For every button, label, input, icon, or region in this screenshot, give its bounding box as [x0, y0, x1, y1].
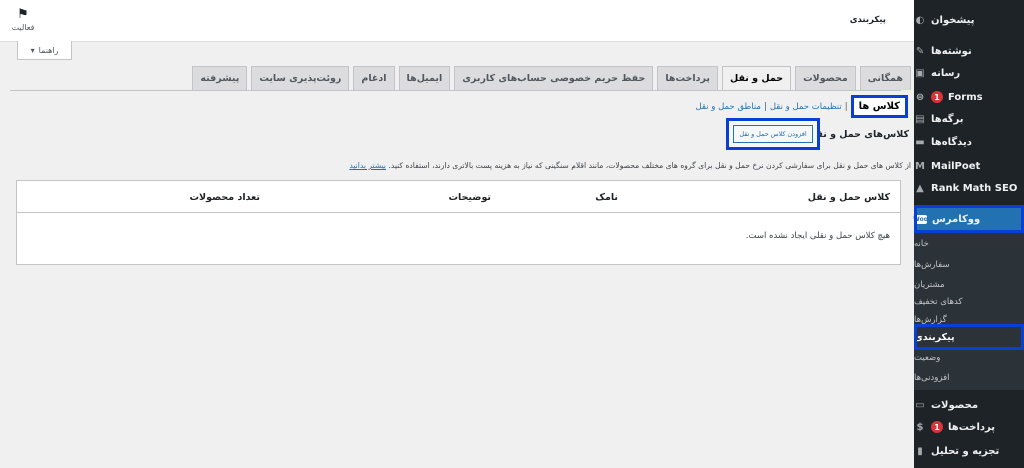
pages-icon: ▤ — [915, 113, 925, 125]
submenu-item-settings[interactable]: پیکربندی — [914, 324, 1024, 350]
column-header-description: توضیحات — [448, 192, 491, 203]
sidebar-item-analytics[interactable]: تجزیه و تحلیل ▮ — [914, 440, 1024, 462]
dashboard-icon: ◐ — [915, 14, 925, 26]
shipping-subsections: مناطق حمل و نقل | تنظیمات حمل و نقل | کل… — [695, 95, 908, 118]
forms-icon: ⊜ — [915, 91, 925, 103]
table-header: کلاس حمل و نقل نامک توضیحات تعداد محصولا… — [17, 181, 900, 213]
column-header-product-count: تعداد محصولات — [189, 192, 260, 203]
products-icon: ▭ — [915, 399, 925, 411]
analytics-icon: ▮ — [917, 445, 923, 457]
tab-emails[interactable]: ایمیل‌ها — [398, 66, 451, 90]
help-tab-button[interactable]: راهنما ▾ — [17, 41, 72, 60]
sidebar-item-mailpoet[interactable]: MailPoet M — [914, 155, 1024, 177]
sidebar-item-media[interactable]: رسانه ▣ — [914, 62, 1024, 84]
submenu-item-customers[interactable]: مشتریان — [914, 276, 1024, 293]
link-shipping-settings[interactable]: تنظیمات حمل و نقل — [770, 102, 842, 112]
admin-sidebar: پیشخوان ◐ نوشته‌ها ✎ رسانه ▣ Forms 1 ⊜ ب… — [913, 0, 1024, 468]
submenu-item-coupons[interactable]: کدهای تخفیف — [914, 293, 1024, 310]
sidebar-item-products[interactable]: محصولات ▭ — [914, 394, 1024, 416]
payments-icon: $ — [916, 421, 924, 433]
description-text: از کلاس های حمل و نقل برای سفارشی کردن ن… — [388, 161, 911, 170]
tab-accounts-privacy[interactable]: حفظ حریم خصوصی حساب‌های کاربری — [454, 66, 654, 90]
sidebar-item-forms[interactable]: Forms 1 ⊜ — [914, 86, 1024, 108]
chevron-down-icon: ▾ — [30, 45, 35, 55]
activity-label: فعالیت — [11, 23, 35, 32]
link-shipping-zones[interactable]: مناطق حمل و نقل — [695, 102, 760, 112]
sidebar-item-rankmath[interactable]: Rank Math SEO ▲ — [914, 177, 1024, 199]
column-header-class: کلاس حمل و نقل — [807, 192, 890, 203]
comments-icon: ▬ — [915, 136, 925, 148]
tab-site-visibility[interactable]: روئت‌پذیری سایت — [251, 66, 350, 90]
submenu-item-orders[interactable]: سفارش‌ها — [914, 256, 1024, 273]
sidebar-item-woocommerce[interactable]: ووکامرس Woo — [913, 205, 1024, 233]
page-header: پیکربندی ⚑ فعالیت — [0, 0, 914, 42]
sidebar-item-dashboard[interactable]: پیشخوان ◐ — [914, 9, 1024, 31]
tab-integration[interactable]: ادغام — [353, 66, 395, 90]
forms-count-badge: 1 — [931, 91, 943, 103]
submenu-item-home[interactable]: خانه — [914, 235, 1024, 252]
column-header-slug: نامک — [595, 192, 618, 203]
table-empty-message: هیچ کلاس حمل و نقلی ایجاد نشده است. — [745, 231, 890, 241]
sidebar-item-posts[interactable]: نوشته‌ها ✎ — [914, 40, 1024, 62]
submenu-item-status[interactable]: وضعیت — [914, 349, 1024, 366]
section-title: کلاس‌های حمل و نقل — [807, 129, 909, 140]
link-shipping-classes[interactable]: کلاس ها — [850, 95, 908, 118]
woo-icon: Woo — [913, 214, 928, 224]
submenu-item-extensions[interactable]: افزودنی‌ها — [914, 369, 1024, 386]
page-title: پیکربندی — [849, 15, 886, 25]
settings-tabs: همگانی محصولات حمل و نقل پرداخت‌ها حفظ ح… — [192, 66, 911, 90]
subsection-separator: | — [763, 101, 767, 112]
media-icon: ▣ — [915, 67, 925, 79]
tab-general[interactable]: همگانی — [859, 66, 911, 90]
woocommerce-submenu: خانه سفارش‌ها مشتریان کدهای تخفیف گزارش‌… — [914, 233, 1024, 390]
activity-button[interactable]: ⚑ فعالیت — [8, 8, 38, 32]
mailpoet-icon: M — [915, 160, 925, 172]
rankmath-icon: ▲ — [916, 182, 924, 194]
tab-advanced[interactable]: پیشرفته — [192, 66, 248, 90]
sidebar-item-comments[interactable]: دیدگاه‌ها ▬ — [914, 131, 1024, 153]
add-button-highlight: افزودن کلاس حمل و نقل — [726, 118, 820, 150]
flag-icon: ⚑ — [17, 7, 29, 22]
tab-payments[interactable]: پرداخت‌ها — [657, 66, 718, 90]
pin-icon: ✎ — [915, 45, 925, 57]
section-description: از کلاس های حمل و نقل برای سفارشی کردن ن… — [121, 161, 911, 170]
tab-shipping[interactable]: حمل و نقل — [721, 66, 792, 90]
learn-more-link[interactable]: بیشتر بدانید — [349, 161, 386, 170]
sidebar-item-payments[interactable]: پرداخت‌ها 1 $ — [914, 416, 1024, 438]
add-shipping-class-button[interactable]: افزودن کلاس حمل و نقل — [733, 125, 813, 143]
payments-count-badge: 1 — [931, 421, 943, 433]
tab-products[interactable]: محصولات — [795, 66, 856, 90]
shipping-classes-table: کلاس حمل و نقل نامک توضیحات تعداد محصولا… — [16, 180, 901, 265]
sidebar-item-pages[interactable]: برگه‌ها ▤ — [914, 108, 1024, 130]
help-label: راهنما — [38, 45, 59, 55]
subsection-separator: | — [844, 101, 848, 112]
tabs-divider — [10, 90, 901, 91]
